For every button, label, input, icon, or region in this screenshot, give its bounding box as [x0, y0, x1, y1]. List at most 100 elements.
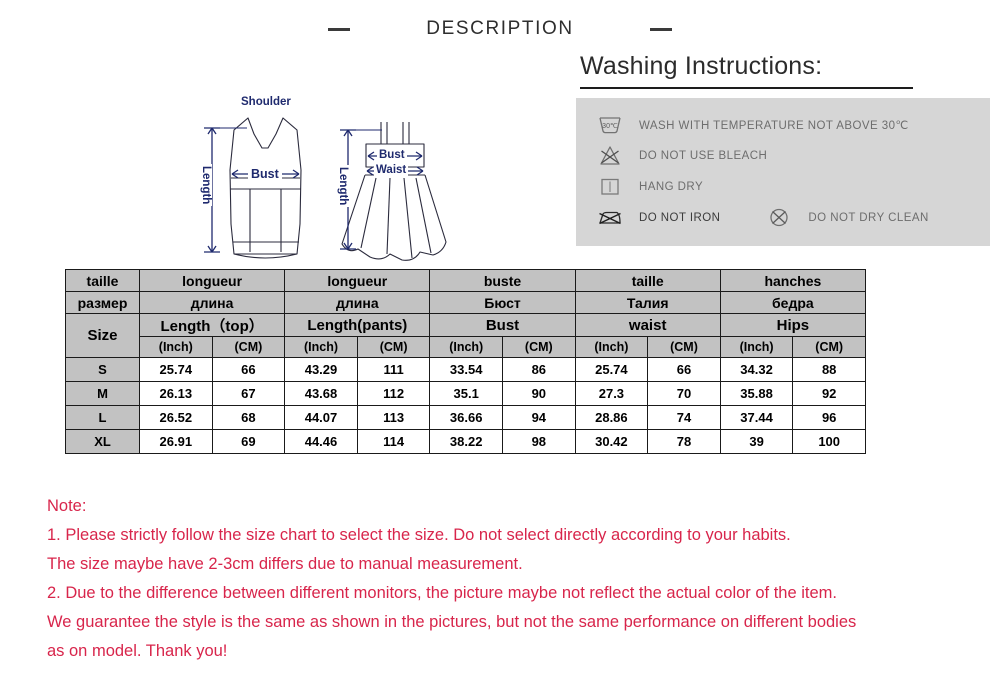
unit-cell: (Inch) [574, 336, 649, 358]
table-header-row-russian: размер длина длина Бюст Талия бедра [65, 291, 866, 314]
measure-cell: 34.32 [719, 357, 794, 382]
size-label: XL [65, 429, 140, 454]
note-line: 2. Due to the difference between differe… [47, 584, 838, 602]
table-header-row-english: Size Length（top） Length(pants) Bust wais… [65, 313, 866, 358]
washing-item-hang-dry: HANG DRY [576, 171, 990, 202]
header-cell: waist [574, 313, 721, 337]
measure-cell: 69 [211, 429, 286, 454]
note-line: as on model. Thank you! [47, 642, 228, 660]
no-iron-icon [595, 206, 625, 230]
unit-cell: (CM) [647, 336, 721, 358]
measure-cell: 37.44 [719, 405, 794, 430]
unit-cell: (Inch) [284, 336, 358, 358]
measure-cell: 44.46 [284, 429, 358, 454]
measure-cell: 86 [502, 357, 576, 382]
dash-right-icon [649, 27, 672, 31]
unit-cell: (Inch) [719, 336, 794, 358]
table-header-row-french: taille longueur longueur buste taille ha… [65, 269, 866, 292]
unit-cell: (Inch) [429, 336, 503, 358]
size-chart-table: taille longueur longueur buste taille ha… [65, 269, 866, 454]
washing-instructions-panel: 30℃ WASH WITH TEMPERATURE NOT ABOVE 30℃ … [576, 98, 990, 246]
measure-cell: 35.88 [719, 381, 794, 406]
measure-cell: 114 [356, 429, 431, 454]
header-cell: Bust [429, 313, 576, 337]
washing-item-no-iron-row: DO NOT IRON DO NOT DRY CLEAN [576, 202, 990, 233]
washing-instructions-section: Washing Instructions: 30℃ WASH WITH TEMP… [576, 52, 990, 246]
unit-cell: (Inch) [139, 336, 213, 358]
washing-item-label: DO NOT DRY CLEAN [808, 211, 929, 224]
unit-cell: (CM) [502, 336, 576, 358]
measure-cell: 111 [356, 357, 431, 382]
table-header-row-units: (Inch) (CM) (Inch) (CM) (Inch) (CM) (Inc… [66, 336, 866, 358]
svg-text:30℃: 30℃ [602, 123, 618, 130]
size-label: M [65, 381, 140, 406]
washing-item-label: DO NOT USE BLEACH [639, 149, 768, 162]
measure-cell: 113 [356, 405, 431, 430]
header-cell: длина [138, 291, 286, 314]
unit-cell: (CM) [211, 336, 286, 358]
wash-temperature-icon: 30℃ [595, 113, 625, 137]
measure-cell: 44.07 [284, 405, 358, 430]
header-cell: Length(pants) [284, 313, 431, 337]
note-line: 1. Please strictly follow the size chart… [47, 526, 791, 544]
note-line: Note: [47, 497, 87, 515]
header-cell: taille [574, 269, 721, 292]
header-cell: длина [284, 291, 431, 314]
header-cell: размер [65, 291, 140, 314]
no-dry-clean-icon [764, 206, 794, 230]
hang-dry-icon [595, 175, 625, 199]
measure-cell: 68 [211, 405, 286, 430]
measure-cell: 43.68 [284, 381, 358, 406]
no-bleach-icon [595, 144, 625, 168]
washing-item-temperature: 30℃ WASH WITH TEMPERATURE NOT ABOVE 30℃ [576, 109, 990, 140]
measure-cell: 66 [647, 357, 721, 382]
diagram-label-length-bottom: Length [337, 165, 349, 208]
measure-cell: 25.74 [139, 357, 213, 382]
measure-cell: 90 [502, 381, 576, 406]
measure-cell: 25.74 [574, 357, 649, 382]
washing-item-label: DO NOT IRON [639, 211, 721, 224]
header-cell: Length（top） [138, 313, 286, 337]
header-cell: longueur [284, 269, 431, 292]
description-header: DESCRIPTION [0, 18, 1000, 40]
size-label: S [65, 357, 140, 382]
diagram-label-shoulder: Shoulder [239, 96, 293, 108]
header-cell-size: Size [65, 313, 140, 358]
garment-measurement-diagram: Shoulder Bust Length Bust Waist Length [190, 86, 465, 266]
table-row: L 26.52 68 44.07 113 36.66 94 28.86 74 3… [65, 405, 866, 430]
washing-title-divider [580, 87, 913, 89]
size-label: L [65, 405, 140, 430]
note-block: Note: 1. Please strictly follow the size… [47, 492, 977, 666]
measure-cell: 43.29 [284, 357, 358, 382]
measure-cell: 38.22 [429, 429, 503, 454]
header-cell: buste [429, 269, 576, 292]
table-row: S 25.74 66 43.29 111 33.54 86 25.74 66 3… [65, 357, 866, 382]
page-title: DESCRIPTION [426, 18, 574, 39]
washing-item-label: HANG DRY [639, 180, 704, 193]
measure-cell: 36.66 [429, 405, 503, 430]
measure-cell: 70 [647, 381, 721, 406]
header-cell: hanches [719, 269, 866, 292]
washing-item-label: WASH WITH TEMPERATURE NOT ABOVE 30℃ [639, 119, 909, 132]
measure-cell: 26.52 [139, 405, 213, 430]
header-cell: бедра [719, 291, 866, 314]
header-cell: taille [65, 269, 140, 292]
diagram-label-bust-bottom: Bust [377, 149, 407, 161]
measure-cell: 100 [792, 429, 866, 454]
table-row: M 26.13 67 43.68 112 35.1 90 27.3 70 35.… [65, 381, 866, 406]
measure-cell: 94 [502, 405, 576, 430]
diagram-label-waist: Waist [374, 164, 409, 176]
measure-cell: 27.3 [574, 381, 649, 406]
table-row: XL 26.91 69 44.46 114 38.22 98 30.42 78 … [65, 429, 866, 454]
measure-cell: 66 [211, 357, 286, 382]
unit-cell: (CM) [356, 336, 431, 358]
measure-cell: 112 [356, 381, 431, 406]
measure-cell: 39 [719, 429, 794, 454]
measure-cell: 33.54 [429, 357, 503, 382]
header-cell: Талия [574, 291, 721, 314]
measure-cell: 26.13 [139, 381, 213, 406]
measure-cell: 26.91 [139, 429, 213, 454]
measure-cell: 30.42 [574, 429, 649, 454]
measure-cell: 67 [211, 381, 286, 406]
measure-cell: 98 [502, 429, 576, 454]
